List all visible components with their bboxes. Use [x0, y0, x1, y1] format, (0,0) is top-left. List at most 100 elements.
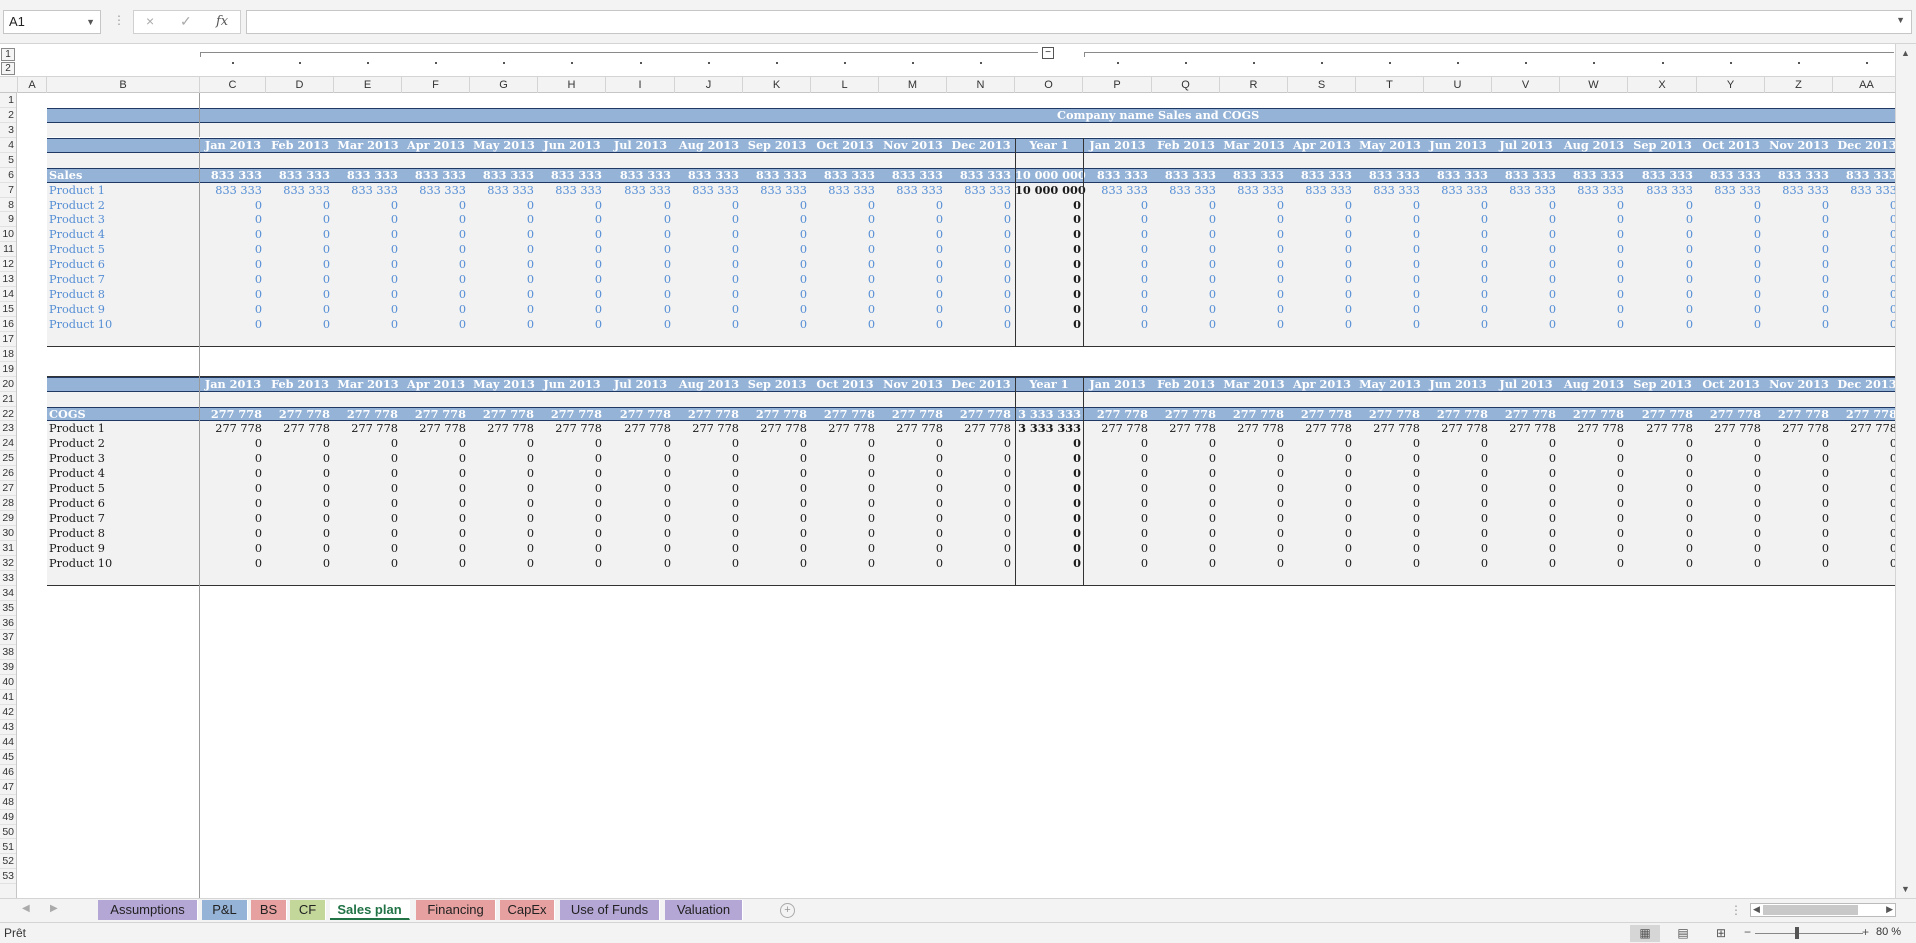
product-cell[interactable]: 0	[1290, 436, 1352, 451]
product-cell[interactable]: 277 778	[1562, 421, 1624, 436]
product-cell[interactable]: 0	[1154, 451, 1216, 466]
product-cell[interactable]: 0	[472, 436, 534, 451]
product-cell[interactable]: 0	[1154, 481, 1216, 496]
product-cell[interactable]: 0	[1631, 212, 1693, 227]
product-cell[interactable]: 0	[1562, 511, 1624, 526]
cogs-total-cell[interactable]: 277 778	[404, 407, 466, 422]
month-header[interactable]: Jun 2013	[538, 377, 606, 392]
product-cell[interactable]: 277 778	[1222, 421, 1284, 436]
product-cell[interactable]: 0	[540, 287, 602, 302]
product-cell[interactable]: 0	[1358, 556, 1420, 571]
sales-total-cell[interactable]: 833 333	[1699, 168, 1761, 183]
product-cell[interactable]: 0	[1154, 257, 1216, 272]
product-cell[interactable]: 833 333	[1154, 183, 1216, 198]
outline-dot[interactable]	[1798, 62, 1800, 64]
month-header[interactable]: Apr 2013	[402, 377, 470, 392]
product-cell[interactable]: 0	[404, 272, 466, 287]
product-cell[interactable]: 0	[1494, 227, 1556, 242]
product-cell[interactable]: 0	[813, 451, 875, 466]
cogs-total-cell[interactable]: 277 778	[472, 407, 534, 422]
product-cell[interactable]: 0	[540, 436, 602, 451]
product-cell[interactable]: 0	[336, 198, 398, 213]
product-cell[interactable]: 0	[881, 481, 943, 496]
product-cell[interactable]: 0	[1358, 541, 1420, 556]
product-cell[interactable]: 0	[677, 317, 739, 332]
product-cell[interactable]: 0	[949, 317, 1011, 332]
column-header[interactable]: P	[1083, 77, 1152, 93]
month-header[interactable]: Jul 2013	[1492, 377, 1560, 392]
page-break-view-icon[interactable]: ⊞	[1706, 925, 1736, 942]
product-cell[interactable]: 0	[1494, 451, 1556, 466]
product-cell[interactable]: 0	[1154, 198, 1216, 213]
column-header[interactable]: N	[947, 77, 1015, 93]
column-header[interactable]: C	[200, 77, 266, 93]
product-cell[interactable]: 0	[1494, 541, 1556, 556]
product-cell[interactable]: 0	[1494, 481, 1556, 496]
product-cell[interactable]: 0	[677, 242, 739, 257]
zoom-slider-thumb[interactable]	[1795, 927, 1799, 939]
row-header[interactable]: 43	[0, 720, 16, 735]
column-header[interactable]: A	[18, 77, 47, 93]
product-cell[interactable]: 0	[949, 496, 1011, 511]
product-label[interactable]: Product 2	[49, 436, 199, 451]
product-cell[interactable]: 0	[200, 317, 262, 332]
product-cell[interactable]: 833 333	[1290, 183, 1352, 198]
product-cell[interactable]: 0	[609, 227, 671, 242]
product-cell[interactable]: 0	[949, 257, 1011, 272]
product-cell[interactable]: 0	[472, 466, 534, 481]
month-header[interactable]: Oct 2013	[1697, 377, 1765, 392]
product-cell[interactable]: 0	[1358, 212, 1420, 227]
product-cell[interactable]: 0	[200, 466, 262, 481]
row-header[interactable]: 22	[0, 407, 16, 422]
month-header[interactable]: Jan 2013	[200, 377, 266, 392]
month-header[interactable]: Jun 2013	[1424, 377, 1492, 392]
product-cell[interactable]: 0	[881, 257, 943, 272]
column-header[interactable]: Q	[1152, 77, 1220, 93]
product-cell[interactable]: 0	[677, 526, 739, 541]
product-cell[interactable]: 0	[813, 227, 875, 242]
product-cell[interactable]: 0	[609, 272, 671, 287]
row-header[interactable]: 6	[0, 168, 16, 183]
row-header[interactable]: 14	[0, 287, 16, 302]
product-cell[interactable]: 0	[1631, 526, 1693, 541]
product-cell[interactable]: 0	[1767, 257, 1829, 272]
product-cell[interactable]: 0	[813, 317, 875, 332]
product-cell[interactable]: 0	[1767, 496, 1829, 511]
outline-dot[interactable]	[708, 62, 710, 64]
row-header[interactable]: 1	[0, 93, 16, 108]
product-cell[interactable]: 0	[1699, 198, 1761, 213]
product-cell[interactable]: 0	[881, 242, 943, 257]
product-cell[interactable]: 0	[1426, 287, 1488, 302]
product-cell[interactable]: 0	[1222, 556, 1284, 571]
product-cell[interactable]: 0	[1562, 541, 1624, 556]
product-cell[interactable]: 0	[268, 257, 330, 272]
cogs-year-total[interactable]: 3 333 333	[1015, 407, 1081, 422]
product-cell[interactable]: 0	[1699, 496, 1761, 511]
product-cell[interactable]: 0	[609, 212, 671, 227]
product-cell[interactable]: 0	[1154, 317, 1216, 332]
product-cell[interactable]: 0	[200, 436, 262, 451]
month-header[interactable]: May 2013	[1356, 377, 1424, 392]
cogs-total-cell[interactable]: 277 778	[609, 407, 671, 422]
product-label[interactable]: Product 2	[49, 198, 199, 213]
cogs-total-cell[interactable]: 277 778	[1290, 407, 1352, 422]
column-header[interactable]: Z	[1765, 77, 1833, 93]
product-cell[interactable]: 0	[200, 242, 262, 257]
product-cell[interactable]: 0	[540, 556, 602, 571]
product-cell[interactable]: 0	[1562, 451, 1624, 466]
outline-dot[interactable]	[639, 62, 642, 64]
product-cell[interactable]: 277 778	[677, 421, 739, 436]
product-cell[interactable]: 0	[200, 556, 262, 571]
product-cell[interactable]: 0	[404, 242, 466, 257]
product-cell[interactable]: 0	[336, 272, 398, 287]
zoom-slider[interactable]	[1755, 933, 1863, 934]
outline-dot[interactable]	[1593, 62, 1595, 64]
outline-dot[interactable]	[1321, 62, 1323, 64]
product-cell[interactable]: 0	[1290, 466, 1352, 481]
product-cell[interactable]: 0	[813, 287, 875, 302]
product-cell[interactable]: 833 333	[1358, 183, 1420, 198]
product-cell[interactable]: 0	[1358, 466, 1420, 481]
row-header[interactable]: 16	[0, 317, 16, 332]
product-cell[interactable]: 0	[1699, 212, 1761, 227]
product-cell[interactable]: 0	[881, 198, 943, 213]
